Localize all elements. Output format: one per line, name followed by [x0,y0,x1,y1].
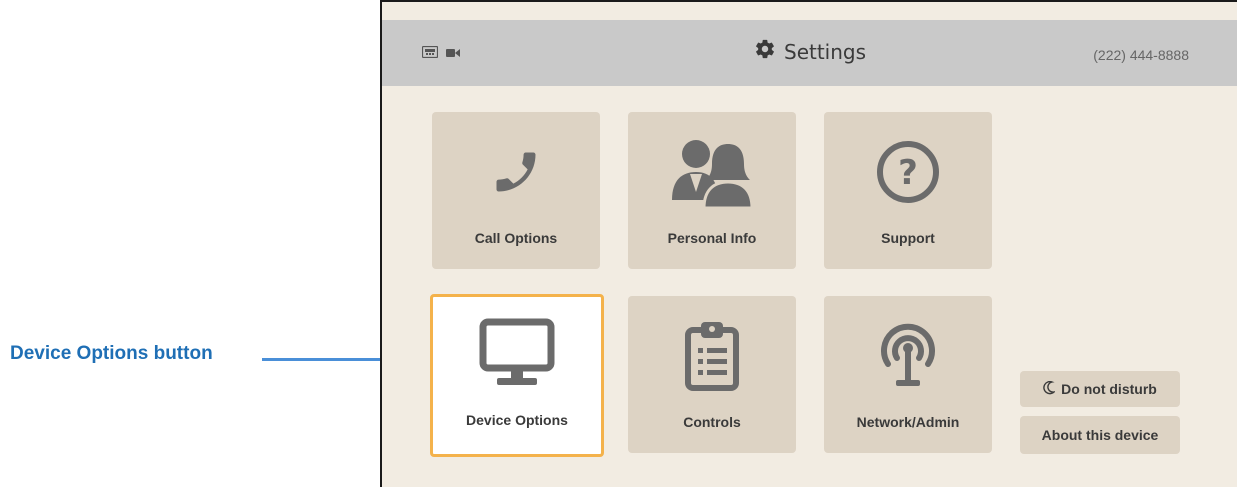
clipboard-icon [628,316,796,396]
tile-label: Controls [683,414,741,430]
callout-label: Device Options button [10,343,213,364]
svg-text:?: ? [898,153,918,193]
network-icon [421,45,439,63]
moon-icon [1043,380,1057,398]
call-options-button[interactable]: Call Options [432,112,600,269]
tile-label: Call Options [474,230,558,246]
support-button[interactable]: ? Support [824,112,992,269]
tile-label: Device Options [466,412,568,428]
device-screen: Settings (222) 444-8888 Call Options Per… [380,0,1237,487]
tile-label: Support [881,230,935,246]
top-bar: Settings (222) 444-8888 [382,20,1237,86]
page-title: Settings [784,39,867,64]
phone-icon [432,132,600,212]
about-device-label: About this device [1041,427,1159,443]
personal-info-button[interactable]: Personal Info [628,112,796,269]
broadcast-icon [824,316,992,396]
phone-number: (222) 444-8888 [1093,47,1189,63]
about-device-button[interactable]: About this device [1020,416,1180,454]
page-header: Settings [754,38,866,65]
tile-label: Personal Info [667,230,757,246]
monitor-icon [433,314,601,394]
do-not-disturb-label: Do not disturb [1061,381,1157,397]
tile-label: Network/Admin [856,414,960,430]
do-not-disturb-button[interactable]: Do not disturb [1020,371,1180,407]
controls-button[interactable]: Controls [628,296,796,453]
gear-icon [754,38,776,65]
people-icon [628,132,796,212]
status-icons [421,45,460,63]
camera-icon [446,45,460,63]
network-admin-button[interactable]: Network/Admin [824,296,992,453]
device-options-button[interactable]: Device Options [430,294,604,457]
question-icon: ? [824,132,992,212]
